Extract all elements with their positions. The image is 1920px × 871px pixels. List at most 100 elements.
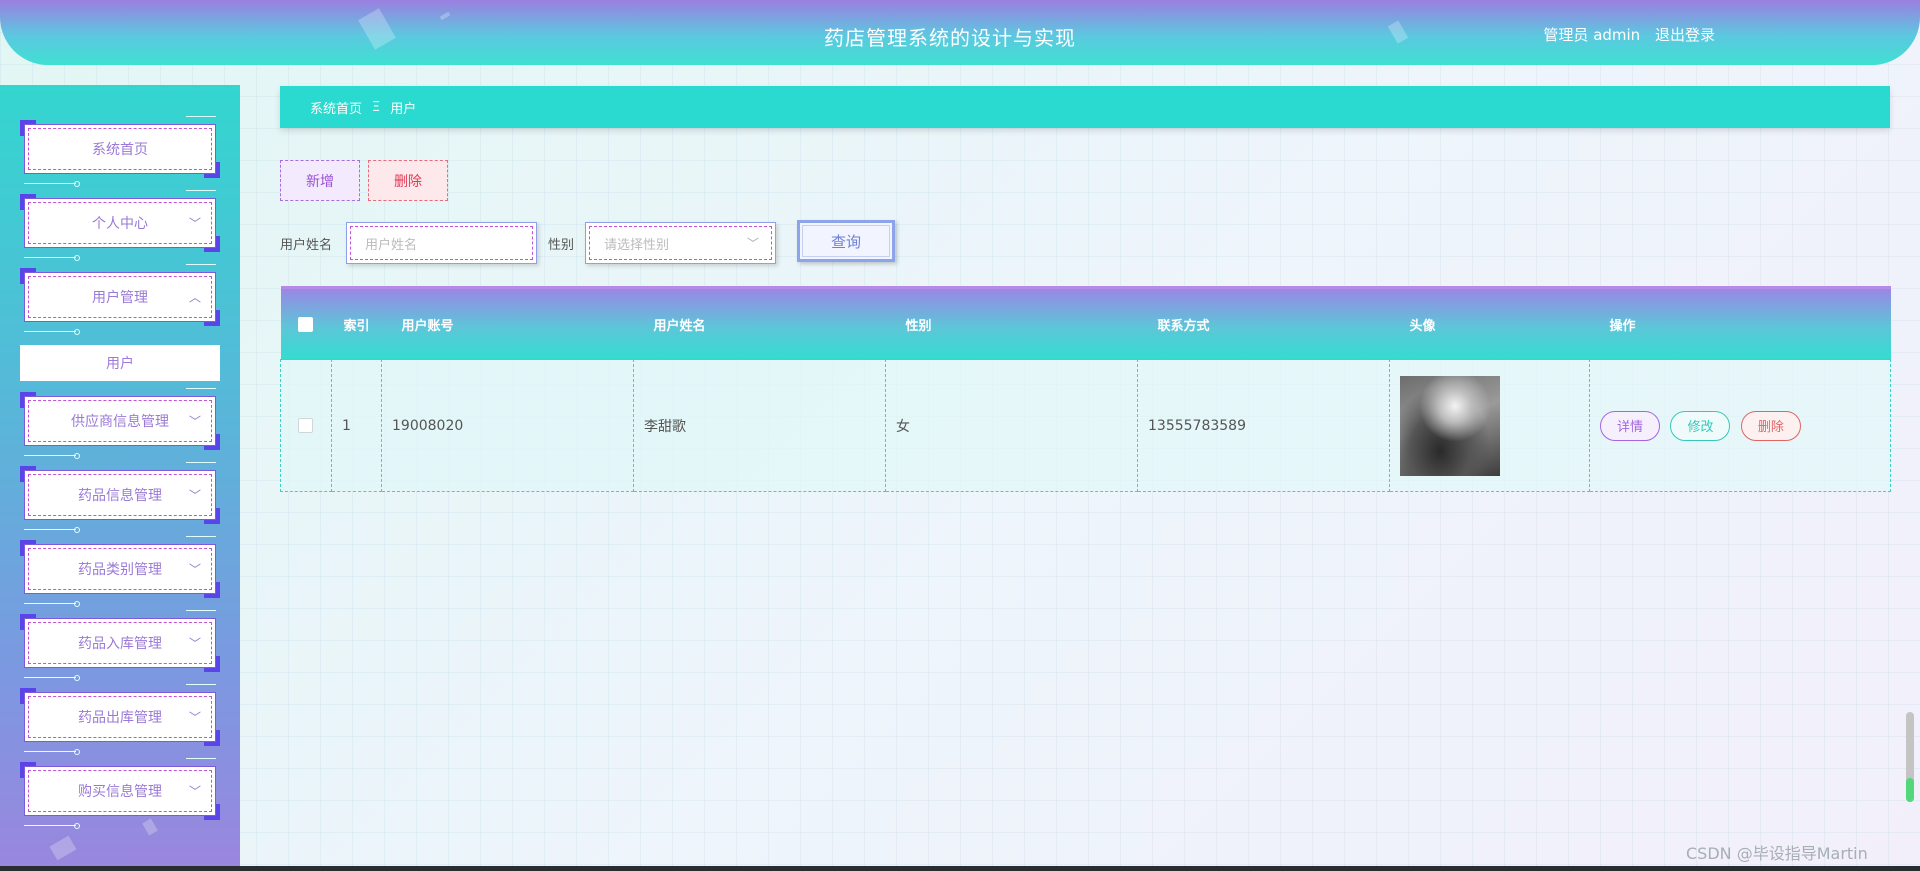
- sidebar-item-label: 药品类别管理: [78, 562, 162, 578]
- menu-box: 药品信息管理 ﹀: [24, 470, 216, 520]
- breadcrumb-current: 用户: [390, 101, 417, 117]
- menu-inner: 药品类别管理 ﹀: [28, 548, 212, 590]
- sidebar-item-label: 系统首页: [92, 142, 148, 158]
- select-all-cell: [281, 288, 332, 360]
- chevron-down-icon: ﹀: [188, 710, 201, 725]
- menu-box: 药品类别管理 ﹀: [24, 544, 216, 594]
- menu-inner: 用户管理 ︿: [28, 276, 212, 318]
- menu-line: [24, 749, 80, 755]
- sidebar-item-label: 药品出库管理: [78, 710, 162, 726]
- gender-select-placeholder: 请选择性别: [604, 237, 670, 253]
- search-button[interactable]: 查询: [797, 220, 895, 262]
- menu-line: [24, 329, 80, 335]
- menu-line: [24, 601, 80, 607]
- chevron-down-icon: ﹀: [188, 784, 201, 799]
- menu-inner: 药品入库管理 ﹀: [28, 622, 212, 664]
- sidebar-item-profile[interactable]: 个人中心 ﹀: [20, 190, 220, 261]
- sidebar-item-purchase-info[interactable]: 购买信息管理 ﹀: [20, 758, 220, 829]
- menu-line: [186, 190, 216, 191]
- avatar-cell: [1389, 359, 1590, 492]
- sidebar-item-supplier[interactable]: 供应商信息管理 ﹀: [20, 388, 220, 459]
- sidebar-decoration: [49, 835, 77, 861]
- column-header: 头像: [1409, 318, 1436, 334]
- menu-line: [24, 527, 80, 533]
- sidebar-item-label: 药品入库管理: [78, 636, 162, 652]
- sidebar-item-drug-inbound[interactable]: 药品入库管理 ﹀: [20, 610, 220, 681]
- chevron-down-icon: ﹀: [188, 216, 201, 231]
- menu-box: 用户管理 ︿: [24, 272, 216, 322]
- menu-line: [186, 610, 216, 611]
- menu-inner: 药品出库管理 ﹀: [28, 696, 212, 738]
- account-cell: 19008020: [381, 359, 634, 492]
- gender-select-inner: 请选择性别 ﹀: [589, 226, 772, 260]
- sidebar-item-drug-outbound[interactable]: 药品出库管理 ﹀: [20, 684, 220, 755]
- users-table: 索引 用户账号 用户姓名 性别 联系方式 头像 操作 1 19008020 李甜…: [280, 286, 1891, 492]
- add-button[interactable]: 新增: [280, 160, 360, 201]
- scrollbar-thumb[interactable]: [1906, 778, 1914, 802]
- gender-filter-label: 性别: [548, 238, 575, 253]
- menu-line: [186, 684, 216, 685]
- select-all-checkbox[interactable]: [298, 316, 313, 332]
- menu-box: 系统首页: [24, 124, 216, 174]
- gender-cell: 女: [885, 359, 1138, 492]
- sidebar-item-drug-category[interactable]: 药品类别管理 ﹀: [20, 536, 220, 607]
- batch-delete-button[interactable]: 删除: [368, 160, 448, 201]
- gender-select[interactable]: 请选择性别 ﹀: [585, 222, 776, 264]
- chevron-up-icon: ︿: [188, 290, 201, 305]
- menu-line: [186, 758, 216, 759]
- column-header: 联系方式: [1157, 318, 1210, 334]
- name-input-inner: 用户姓名: [350, 226, 533, 260]
- name-input-placeholder: 用户姓名: [365, 237, 418, 253]
- edit-button[interactable]: 修改: [1670, 410, 1731, 441]
- menu-box: 个人中心 ﹀: [24, 198, 216, 248]
- chevron-down-icon: ﹀: [188, 562, 201, 577]
- column-header: 索引: [343, 318, 370, 334]
- breadcrumb: 系统首页 Ξ 用户: [280, 86, 1890, 128]
- user-area: 管理员 admin 退出登录: [1543, 24, 1715, 45]
- menu-line: [24, 823, 80, 829]
- menu-line: [24, 453, 80, 459]
- header-decoration: [439, 11, 451, 21]
- name-cell: 李甜歌: [633, 359, 886, 492]
- watermark: CSDN @毕设指导Martin: [1686, 844, 1868, 863]
- column-header: 性别: [905, 318, 932, 334]
- sidebar-item-label: 个人中心: [92, 216, 148, 232]
- chevron-down-icon: ﹀: [188, 636, 201, 651]
- delete-button[interactable]: 删除: [1740, 410, 1801, 441]
- menu-line: [186, 116, 216, 117]
- column-header: 用户姓名: [653, 318, 706, 334]
- row-select-cell: [280, 359, 332, 492]
- sidebar-item-label: 供应商信息管理: [71, 414, 169, 430]
- sidebar-decoration: [142, 818, 158, 836]
- menu-inner: 药品信息管理 ﹀: [28, 474, 212, 516]
- sidebar-item-user-management[interactable]: 用户管理 ︿: [20, 264, 220, 335]
- menu-inner: 系统首页: [28, 128, 212, 170]
- row-checkbox[interactable]: [298, 418, 313, 433]
- chevron-down-icon: ﹀: [746, 236, 759, 251]
- sidebar-item-label: 用户管理: [92, 290, 148, 306]
- name-search-input[interactable]: 用户姓名: [346, 222, 537, 264]
- column-header: 用户账号: [401, 318, 454, 334]
- menu-line: [24, 255, 80, 261]
- bottom-edge: [0, 866, 1920, 871]
- menu-inner: 购买信息管理 ﹀: [28, 770, 212, 812]
- logout-link[interactable]: 退出登录: [1655, 26, 1715, 44]
- menu-line: [186, 462, 216, 463]
- menu-box: 药品出库管理 ﹀: [24, 692, 216, 742]
- table-header-row: 索引 用户账号 用户姓名 性别 联系方式 头像 操作: [280, 287, 1891, 360]
- sidebar-item-drug-info[interactable]: 药品信息管理 ﹀: [20, 462, 220, 533]
- sidebar-item-home[interactable]: 系统首页: [20, 116, 220, 187]
- menu-line: [186, 388, 216, 389]
- breadcrumb-home[interactable]: 系统首页: [310, 98, 362, 117]
- menu-line: [186, 264, 216, 265]
- chevron-down-icon: ﹀: [188, 488, 201, 503]
- sidebar: 系统首页 个人中心 ﹀ 用户管理 ︿ 用户 供应商信息管理 ﹀ 药品信息管理 ﹀: [0, 85, 240, 871]
- menu-inner: 供应商信息管理 ﹀: [28, 400, 212, 442]
- detail-button[interactable]: 详情: [1600, 410, 1660, 441]
- sidebar-item-label: 药品信息管理: [78, 488, 162, 504]
- sidebar-subitem-users[interactable]: 用户: [20, 345, 220, 381]
- column-header: 操作: [1609, 318, 1636, 334]
- menu-line: [24, 181, 80, 187]
- sidebar-item-label: 购买信息管理: [78, 784, 162, 800]
- actions-cell: 详情 修改 删除: [1589, 359, 1891, 492]
